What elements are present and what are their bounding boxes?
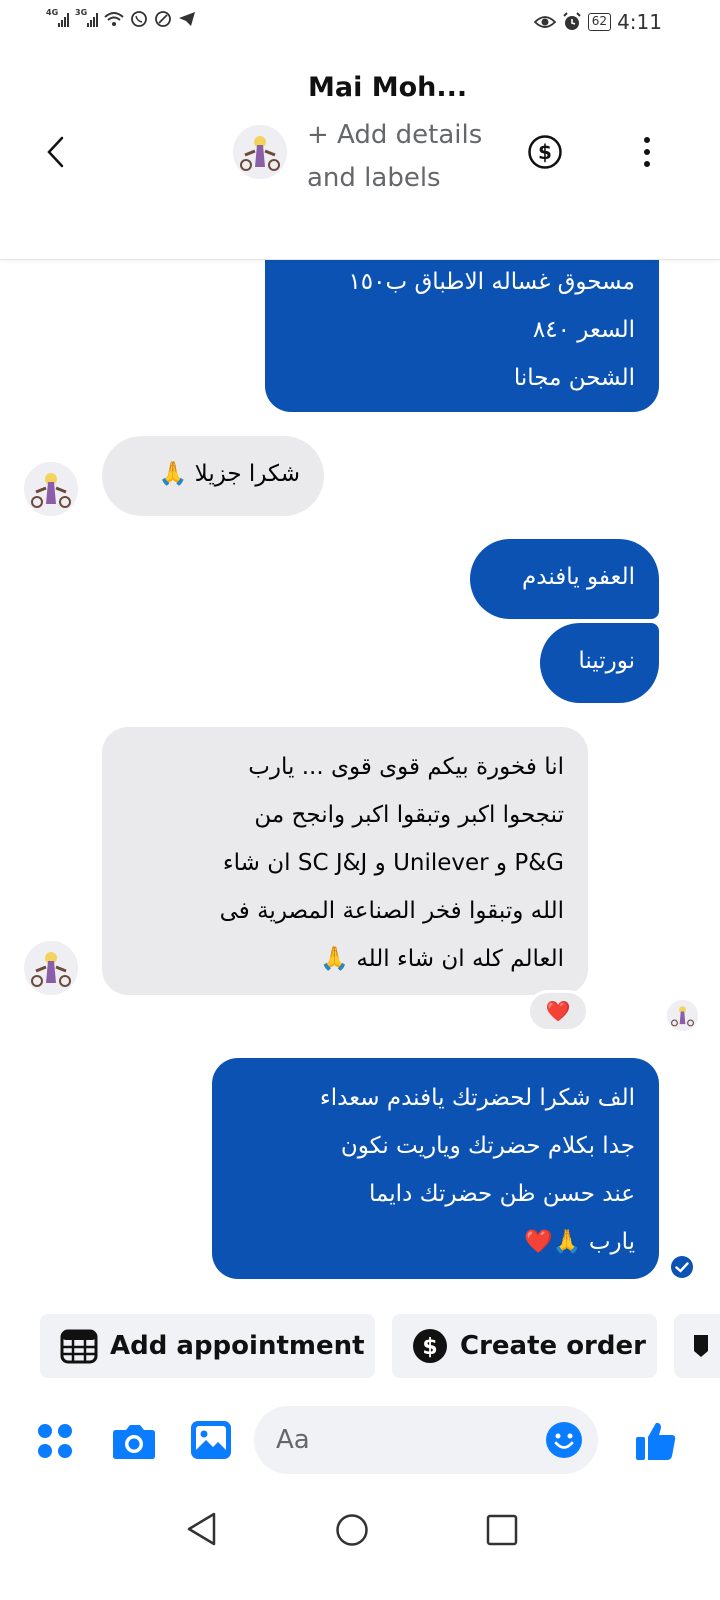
quick-actions-bar: Add appointment $ Create order	[0, 1314, 720, 1380]
message-line: جدا بكلام حضرتك وياريت نكون	[340, 1133, 635, 1159]
contact-avatar[interactable]	[233, 125, 287, 179]
back-triangle-icon[interactable]	[186, 1511, 218, 1547]
message-bubble-outgoing[interactable]: العفو يافندم	[470, 539, 659, 619]
message-line: السعر ٨٤٠	[532, 317, 635, 343]
svg-text:$: $	[538, 140, 552, 164]
message-bubble-outgoing[interactable]: نورتينا	[540, 623, 659, 703]
message-line: الله وتبقوا فخر الصناعة المصرية فى	[219, 898, 564, 924]
heart-icon: ❤️	[545, 999, 571, 1023]
message-line: نورتينا	[578, 648, 635, 674]
add-appointment-button[interactable]: Add appointment	[40, 1314, 375, 1378]
message-bubble-incoming[interactable]: انا فخورة بيكم قوى قوى ... يارب تنجحوا ا…	[102, 727, 588, 995]
clock: 4:11	[617, 10, 662, 34]
home-circle-icon[interactable]	[335, 1513, 369, 1547]
sender-avatar[interactable]	[24, 941, 78, 995]
create-order-button[interactable]: $ Create order	[392, 1314, 657, 1378]
data-saver-icon	[155, 11, 171, 27]
create-order-label: Create order	[460, 1331, 646, 1361]
whatsapp-icon	[131, 11, 147, 27]
message-line: العفو يافندم	[522, 564, 635, 590]
more-actions-chip[interactable]	[674, 1314, 720, 1378]
gallery-icon[interactable]	[190, 1420, 232, 1460]
message-input[interactable]	[276, 1420, 536, 1460]
network-type-label: 3G	[75, 8, 88, 17]
dollar-circle-icon: $	[413, 1329, 447, 1363]
chevron-left-icon[interactable]	[40, 134, 72, 170]
add-appointment-label: Add appointment	[110, 1331, 365, 1361]
message-line: الشحن مجانا	[513, 365, 635, 391]
message-line: شكرا جزيلا 🙏	[158, 461, 300, 487]
message-bubble-outgoing[interactable]: الف شكرا لحضرتك يافندم سعداء جدا بكلام ح…	[212, 1058, 659, 1279]
recents-square-icon[interactable]	[486, 1514, 518, 1546]
message-line: الف شكرا لحضرتك يافندم سعداء	[319, 1085, 635, 1111]
calendar-icon	[60, 1329, 98, 1364]
signal-icon: 3G	[75, 8, 98, 27]
thumbs-up-icon[interactable]	[635, 1420, 677, 1462]
message-line: انا فخورة بيكم قوى قوى ... يارب	[248, 754, 564, 780]
camera-icon[interactable]	[112, 1422, 156, 1460]
seen-receipt-avatar	[667, 1000, 698, 1031]
check-circle-icon	[671, 1256, 693, 1278]
message-line: مسحوق غساله الاطباق ب١٥٠	[348, 269, 635, 295]
eye-icon	[533, 16, 556, 28]
message-line: تنجحوا اكبر وتبقوا اكبر وانجح من	[254, 802, 564, 828]
signal-icon: 4G	[46, 8, 69, 27]
message-composer	[0, 1400, 720, 1486]
telegram-icon	[179, 12, 195, 26]
system-navigation-bar	[0, 1490, 720, 1600]
message-line: P&G و Unilever و SC J&J ان شاء	[222, 850, 564, 876]
dollar-circle-icon[interactable]: $	[527, 134, 563, 170]
emoji-icon[interactable]	[546, 1422, 582, 1458]
sender-avatar[interactable]	[24, 462, 78, 516]
heart-reaction[interactable]: ❤️	[527, 990, 589, 1032]
battery-indicator: 62	[587, 13, 612, 31]
conversation-header: Mai Moh... + Add details and labels $	[0, 46, 720, 260]
status-bar: 4G 3G 62 4:11	[0, 0, 720, 46]
message-bubble-incoming[interactable]: شكرا جزيلا 🙏	[102, 436, 324, 516]
more-vertical-icon[interactable]	[632, 134, 662, 170]
add-details-link[interactable]: + Add details and labels	[307, 114, 507, 200]
contact-name[interactable]: Mai Moh...	[308, 72, 467, 103]
wifi-icon	[104, 12, 124, 26]
message-line: العالم كله ان شاء الله 🙏	[320, 946, 564, 972]
alarm-icon	[563, 12, 581, 30]
message-line: يارب 🙏❤️	[524, 1229, 635, 1255]
tag-icon	[694, 1335, 708, 1357]
message-line: عند حسن ظن حضرتك دايما	[368, 1181, 635, 1207]
message-input-wrapper	[254, 1406, 598, 1474]
svg-text:$: $	[422, 1335, 437, 1360]
network-type-label: 4G	[46, 8, 59, 17]
menu-dots-icon[interactable]	[36, 1422, 74, 1460]
